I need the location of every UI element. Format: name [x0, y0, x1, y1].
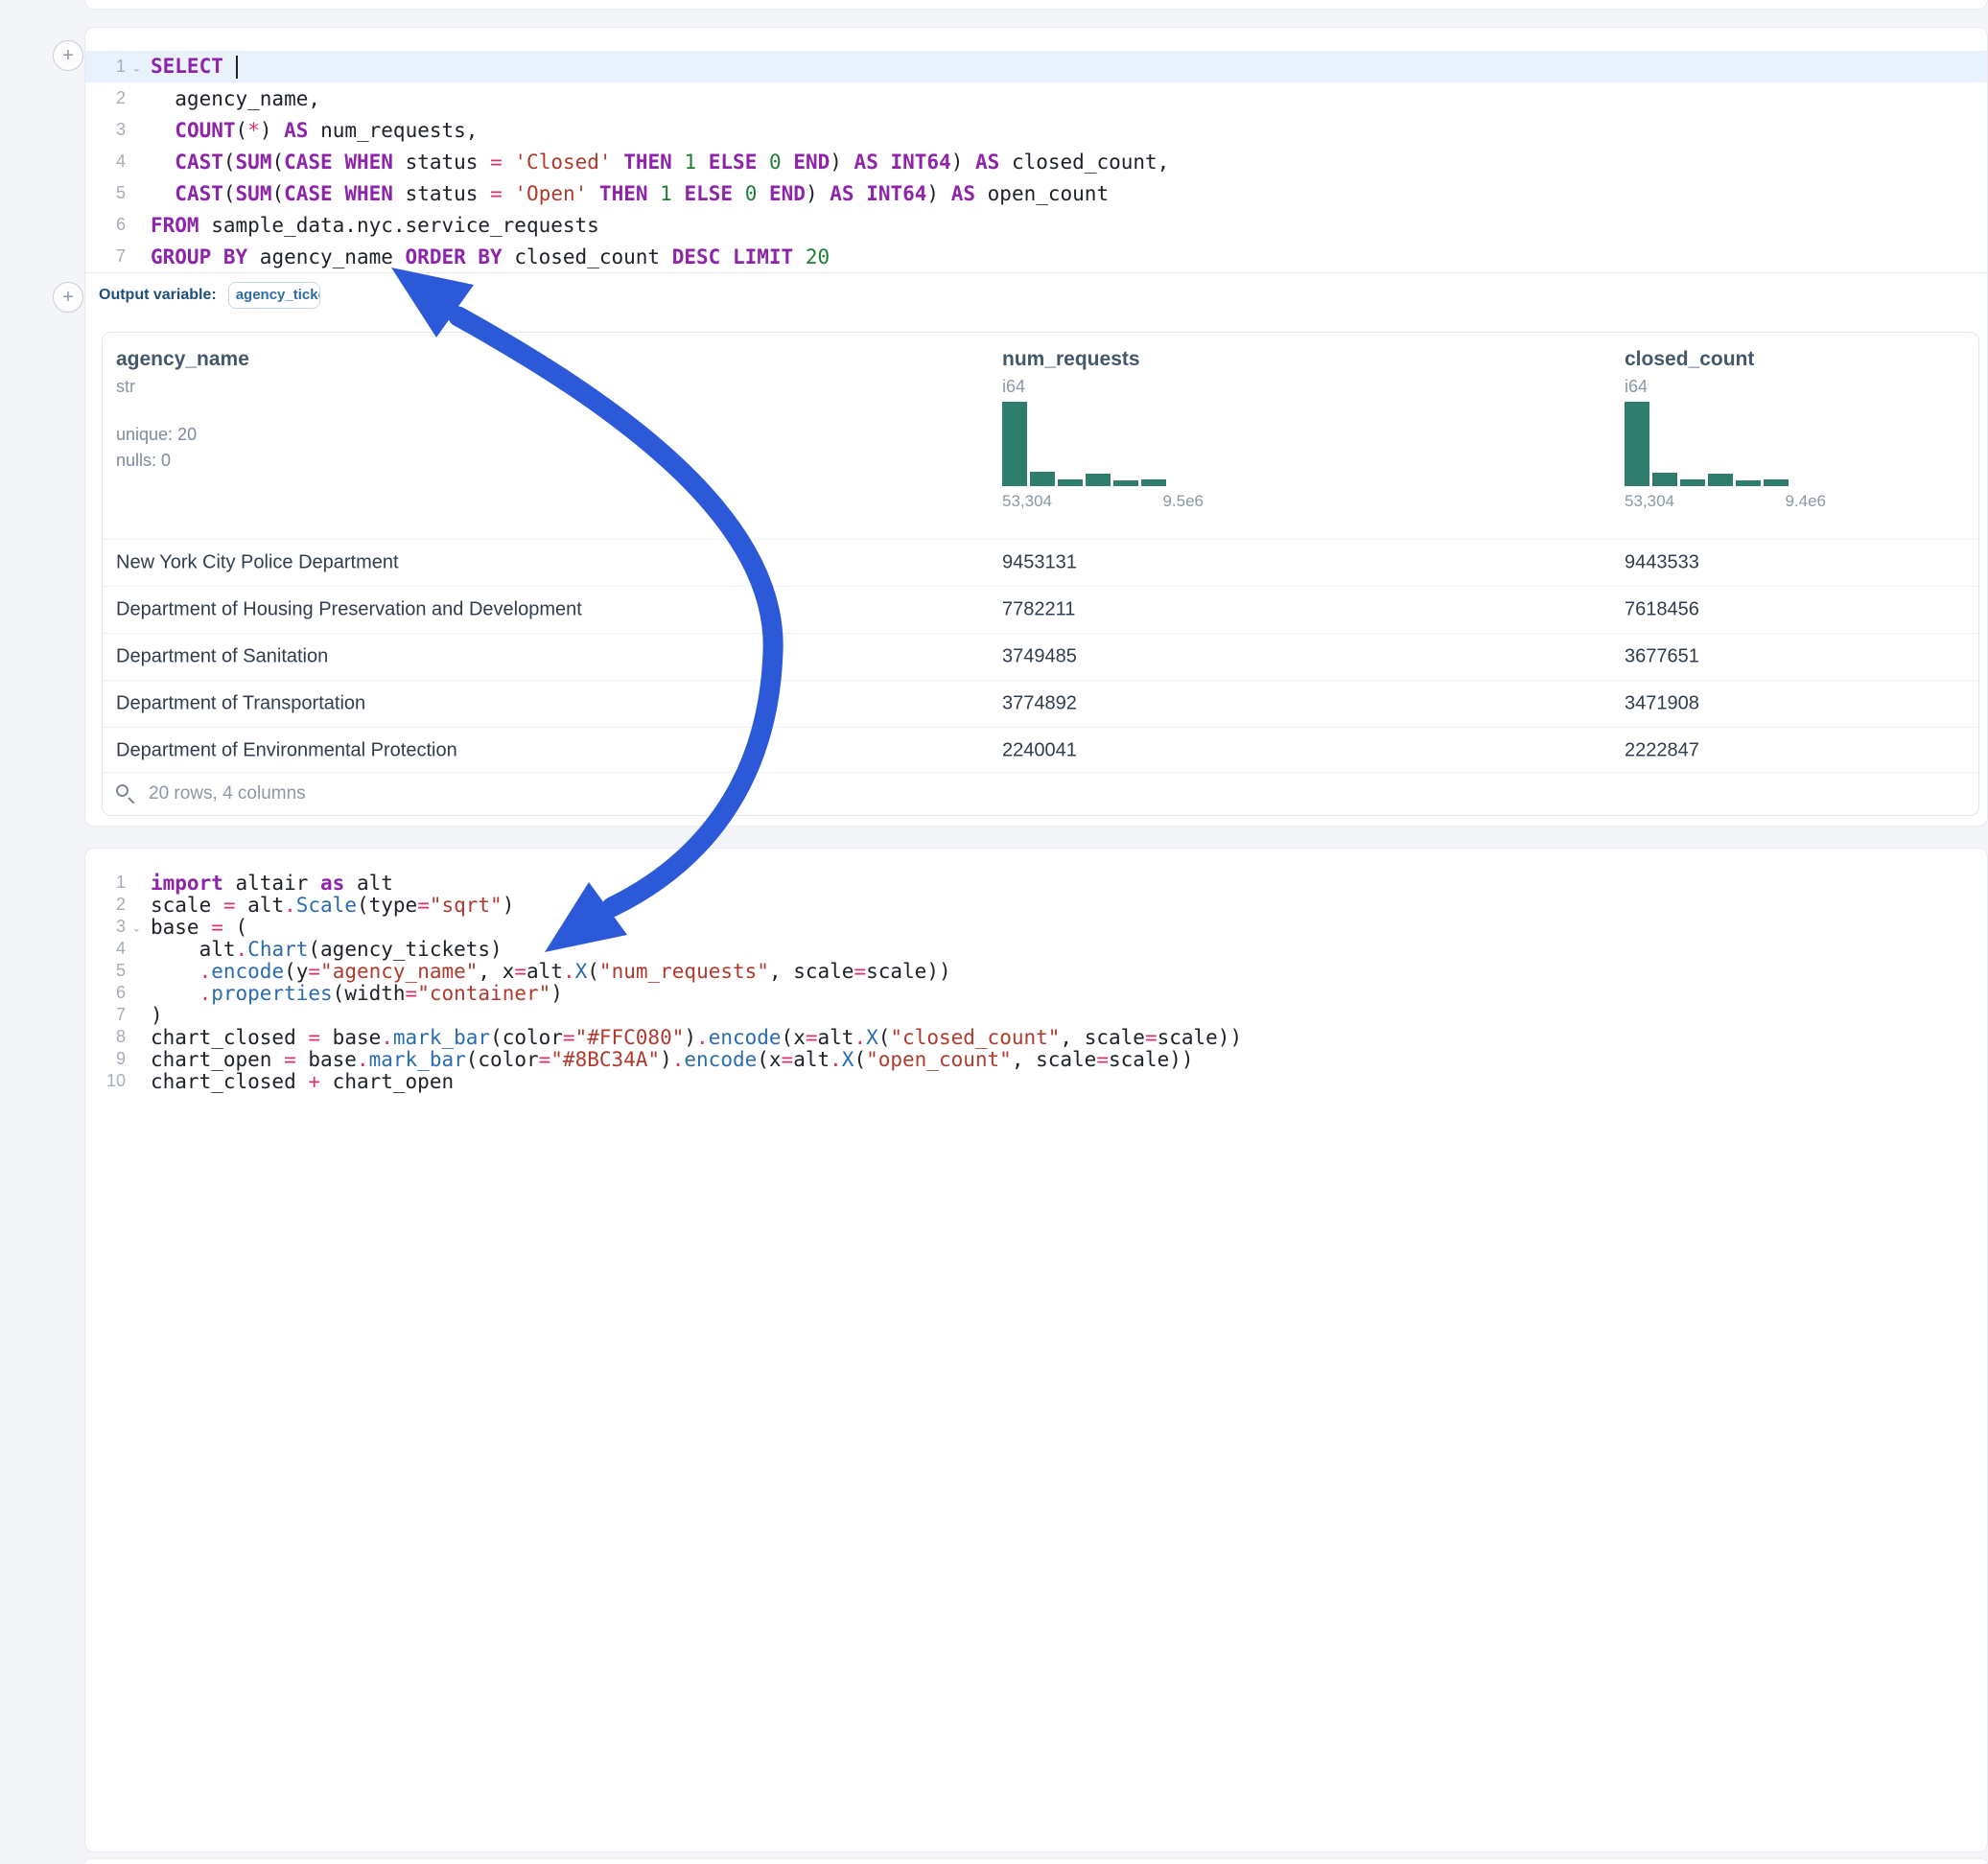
table-cell: 9453131 [1002, 552, 1077, 574]
histogram-range: 53,3049.5e6 [1002, 492, 1204, 511]
table-cell: New York City Police Department [116, 552, 399, 574]
add-cell-button[interactable]: + [53, 282, 83, 313]
column-header-closed_count[interactable]: closed_counti6453,3049.4e6 [1625, 333, 1754, 539]
column-title: closed_count [1625, 333, 1754, 371]
table-cell: 9443533 [1625, 552, 1699, 574]
column-histogram[interactable] [1002, 402, 1166, 486]
code-line[interactable]: 7GROUP BY agency_name ORDER BY closed_co… [85, 241, 1987, 272]
line-number: 5 [85, 183, 129, 203]
line-number: 1 [85, 873, 129, 893]
line-number: 3⌄ [85, 917, 129, 937]
column-header-agency_name[interactable]: agency_namestrunique: 20nulls: 0 [116, 333, 249, 539]
column-dtype: str [116, 371, 249, 397]
table-cell: 2222847 [1625, 740, 1699, 762]
previous-cell-edge [84, 0, 1988, 10]
code-line[interactable]: 6 .properties(width="container") [85, 982, 1987, 1004]
python-code-editor[interactable]: 1import altair as alt2scale = alt.Scale(… [85, 849, 1987, 1092]
code-line[interactable]: 5 .encode(y="agency_name", x=alt.X("num_… [85, 960, 1987, 982]
histogram-bar [1652, 473, 1677, 486]
histogram-range: 53,3049.4e6 [1625, 492, 1826, 511]
histogram-bar [1058, 479, 1083, 486]
histogram-bar [1736, 480, 1761, 486]
code-line[interactable]: 6FROM sample_data.nyc.service_requests [85, 209, 1987, 241]
table-footer: 20 rows, 4 columns [103, 772, 1978, 815]
line-number: 3 [85, 120, 129, 140]
line-number: 10 [85, 1071, 129, 1091]
code-line[interactable]: 5 CAST(SUM(CASE WHEN status = 'Open' THE… [85, 177, 1987, 209]
table-cell: Department of Environmental Protection [116, 740, 457, 762]
code-line[interactable]: 9chart_open = base.mark_bar(color="#8BC3… [85, 1048, 1987, 1070]
code-line[interactable]: 4 alt.Chart(agency_tickets) [85, 938, 1987, 960]
table-cell: 7782211 [1002, 599, 1075, 621]
table-row[interactable]: Department of Sanitation 3749485 3677651 [103, 633, 1978, 680]
histogram-bar [1680, 479, 1705, 486]
add-cell-button[interactable]: + [53, 40, 83, 71]
code-line[interactable]: 8chart_closed = base.mark_bar(color="#FF… [85, 1026, 1987, 1048]
line-number: 6 [85, 215, 129, 235]
column-dtype: i64 [1625, 371, 1754, 397]
chevron-down-icon[interactable]: ⌄ [132, 921, 141, 934]
table-cell: Department of Housing Preservation and D… [116, 599, 582, 621]
table-row[interactable]: Department of Transportation 3774892 34719… [103, 680, 1978, 727]
python-cell: 1import altair as alt2scale = alt.Scale(… [84, 848, 1988, 1852]
output-variable-row: Output variable: agency_tickets [85, 272, 1987, 316]
line-number: 4 [85, 151, 129, 172]
line-number: 5 [85, 961, 129, 981]
next-cell-edge [84, 1858, 1988, 1864]
code-line[interactable]: 10chart_closed + chart_open [85, 1070, 1987, 1092]
column-title: num_requests [1002, 333, 1140, 371]
histogram-bar [1030, 472, 1055, 486]
table-cell: 7618456 [1625, 599, 1699, 621]
column-header-num_requests[interactable]: num_requestsi6453,3049.5e6 [1002, 333, 1140, 539]
sql-code-editor[interactable]: 1⌄SELECT 2 agency_name,3 COUNT(*) AS num… [85, 28, 1987, 272]
table-cell: 2240041 [1002, 740, 1077, 762]
line-number: 2 [85, 88, 129, 108]
table-row[interactable]: Department of Environmental Protection 22… [103, 727, 1978, 774]
line-number: 7 [85, 246, 129, 267]
histogram-bar [1625, 402, 1649, 486]
line-number: 8 [85, 1027, 129, 1047]
column-histogram[interactable] [1625, 402, 1789, 486]
result-table: agency_namestrunique: 20nulls: 0 num_requ… [102, 332, 1979, 816]
search-icon[interactable] [116, 784, 135, 804]
line-number: 6 [85, 983, 129, 1003]
histogram-bar [1002, 402, 1027, 486]
line-number: 9 [85, 1049, 129, 1069]
output-variable-label: Output variable: [99, 287, 217, 304]
histogram-bar [1764, 479, 1789, 486]
column-dtype: i64 [1002, 371, 1140, 397]
line-number: 4 [85, 939, 129, 959]
code-line[interactable]: 3⌄base = ( [85, 916, 1987, 938]
histogram-bar [1086, 474, 1111, 486]
table-row[interactable]: Department of Housing Preservation and D… [103, 586, 1978, 633]
histogram-bar [1141, 479, 1166, 486]
table-cell: Department of Transportation [116, 693, 365, 715]
code-line[interactable]: 1import altair as alt [85, 872, 1987, 894]
code-line[interactable]: 1⌄SELECT [85, 51, 1987, 82]
histogram-bar [1708, 474, 1733, 486]
column-title: agency_name [116, 333, 249, 371]
code-line[interactable]: 4 CAST(SUM(CASE WHEN status = 'Closed' T… [85, 146, 1987, 177]
histogram-bar [1113, 480, 1138, 486]
code-line[interactable]: 7) [85, 1004, 1987, 1026]
table-cell: 3749485 [1002, 646, 1077, 668]
table-row[interactable]: New York City Police Department 9453131 94… [103, 539, 1978, 586]
text-cursor [236, 56, 238, 79]
line-number: 7 [85, 1005, 129, 1025]
line-number: 1⌄ [85, 57, 129, 77]
line-number: 2 [85, 895, 129, 915]
table-cell: 3774892 [1002, 693, 1077, 715]
code-line[interactable]: 3 COUNT(*) AS num_requests, [85, 114, 1987, 146]
output-variable-pill[interactable]: agency_tickets [228, 282, 320, 309]
table-cell: 3471908 [1625, 693, 1699, 715]
code-line[interactable]: 2 agency_name, [85, 82, 1987, 114]
column-stats: unique: 20nulls: 0 [116, 397, 249, 474]
chevron-down-icon[interactable]: ⌄ [132, 61, 141, 74]
table-row-count: 20 rows, 4 columns [149, 783, 306, 804]
sql-cell: 1⌄SELECT 2 agency_name,3 COUNT(*) AS num… [84, 27, 1988, 827]
code-line[interactable]: 2scale = alt.Scale(type="sqrt") [85, 894, 1987, 916]
table-cell: 3677651 [1625, 646, 1699, 668]
table-cell: Department of Sanitation [116, 646, 328, 668]
